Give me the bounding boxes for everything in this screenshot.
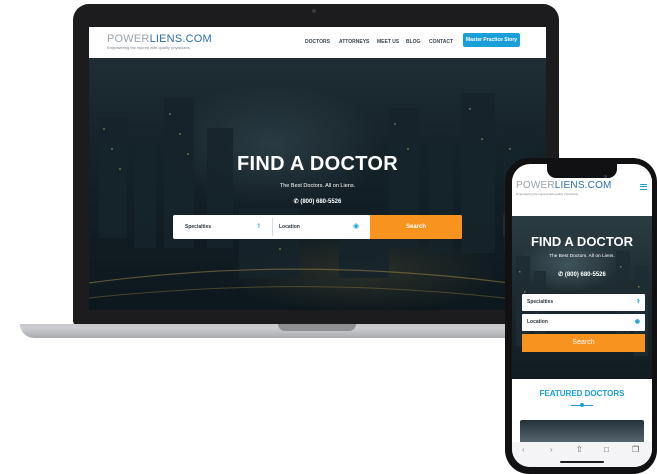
nav-doctors[interactable]: DOCTORS	[305, 39, 330, 45]
map-pin-icon: ◉	[634, 319, 640, 325]
nav-attorneys[interactable]: ATTORNEYS	[339, 39, 369, 45]
mobile-search-button[interactable]: Search	[522, 334, 645, 352]
laptop-opening-notch	[278, 324, 356, 331]
featured-doctors-heading: FEATURED DOCTORS	[539, 389, 625, 398]
search-button[interactable]: Search	[370, 215, 462, 239]
phone-icon: ✆	[558, 272, 564, 278]
heading-divider-dot	[580, 403, 584, 407]
laptop-camera	[312, 9, 316, 13]
nav-blog[interactable]: BLOG	[406, 39, 420, 45]
share-icon[interactable]: ⇧	[576, 445, 583, 454]
mobile-hero: FIND A DOCTOR The Best Doctors. All on L…	[512, 216, 652, 379]
mobile-specialties-field[interactable]: Specialties ⚕	[522, 294, 645, 311]
search-divider	[272, 218, 273, 236]
location-field[interactable]: Location	[279, 215, 300, 239]
hero-subtitle: The Best Doctors. All on Liens.	[279, 183, 356, 189]
site-logo[interactable]: POWERLIENS.COM	[107, 33, 212, 45]
forward-icon[interactable]: ›	[550, 445, 553, 454]
stethoscope-icon: ⚕	[257, 223, 261, 230]
home-indicator	[560, 461, 604, 463]
laptop-screen: POWERLIENS.COM Empowering the injured wi…	[89, 27, 546, 310]
phone-front-camera	[604, 175, 607, 178]
mobile-site-tagline: Empowering the injured with quality phys…	[516, 192, 579, 196]
site-tagline: Empowering the injured with quality phys…	[107, 45, 191, 50]
mobile-hero-phone[interactable]: ✆ (800) 680-5526	[512, 271, 652, 278]
mobile-site-logo[interactable]: POWERLIENS.COM	[516, 180, 612, 191]
phone-screen: POWERLIENS.COM Empowering the injured wi…	[512, 164, 652, 467]
hero-phone[interactable]: ✆ (800) 680-5526	[89, 198, 546, 205]
master-practice-story-button[interactable]: Master Practice Story	[463, 33, 520, 47]
mobile-hero-subtitle: The Best Doctors. All on Liens.	[549, 254, 615, 259]
site-header: POWERLIENS.COM Empowering the injured wi…	[89, 27, 546, 58]
bookmarks-icon[interactable]: □	[604, 445, 609, 454]
nav-contact[interactable]: CONTACT	[429, 39, 453, 45]
map-pin-icon: ◉	[353, 223, 360, 230]
stethoscope-icon: ⚕	[636, 299, 640, 305]
search-bar: Specialties ⚕ Location ◉ Search	[173, 215, 462, 239]
hero-background: FIND A DOCTOR The Best Doctors. All on L…	[89, 58, 546, 310]
mobile-hero-title: FIND A DOCTOR	[530, 234, 634, 249]
tabs-icon[interactable]: ❐	[632, 445, 639, 454]
featured-doctor-card[interactable]	[520, 420, 644, 444]
phone-icon: ✆	[293, 199, 299, 205]
specialties-field[interactable]: Specialties	[185, 215, 211, 239]
hero-title: FIND A DOCTOR	[237, 153, 398, 175]
hamburger-icon[interactable]	[640, 182, 648, 190]
nav-meet-us[interactable]: MEET US	[377, 39, 399, 45]
back-icon[interactable]: ‹	[522, 445, 525, 454]
mobile-location-field[interactable]: Location ◉	[522, 314, 645, 331]
